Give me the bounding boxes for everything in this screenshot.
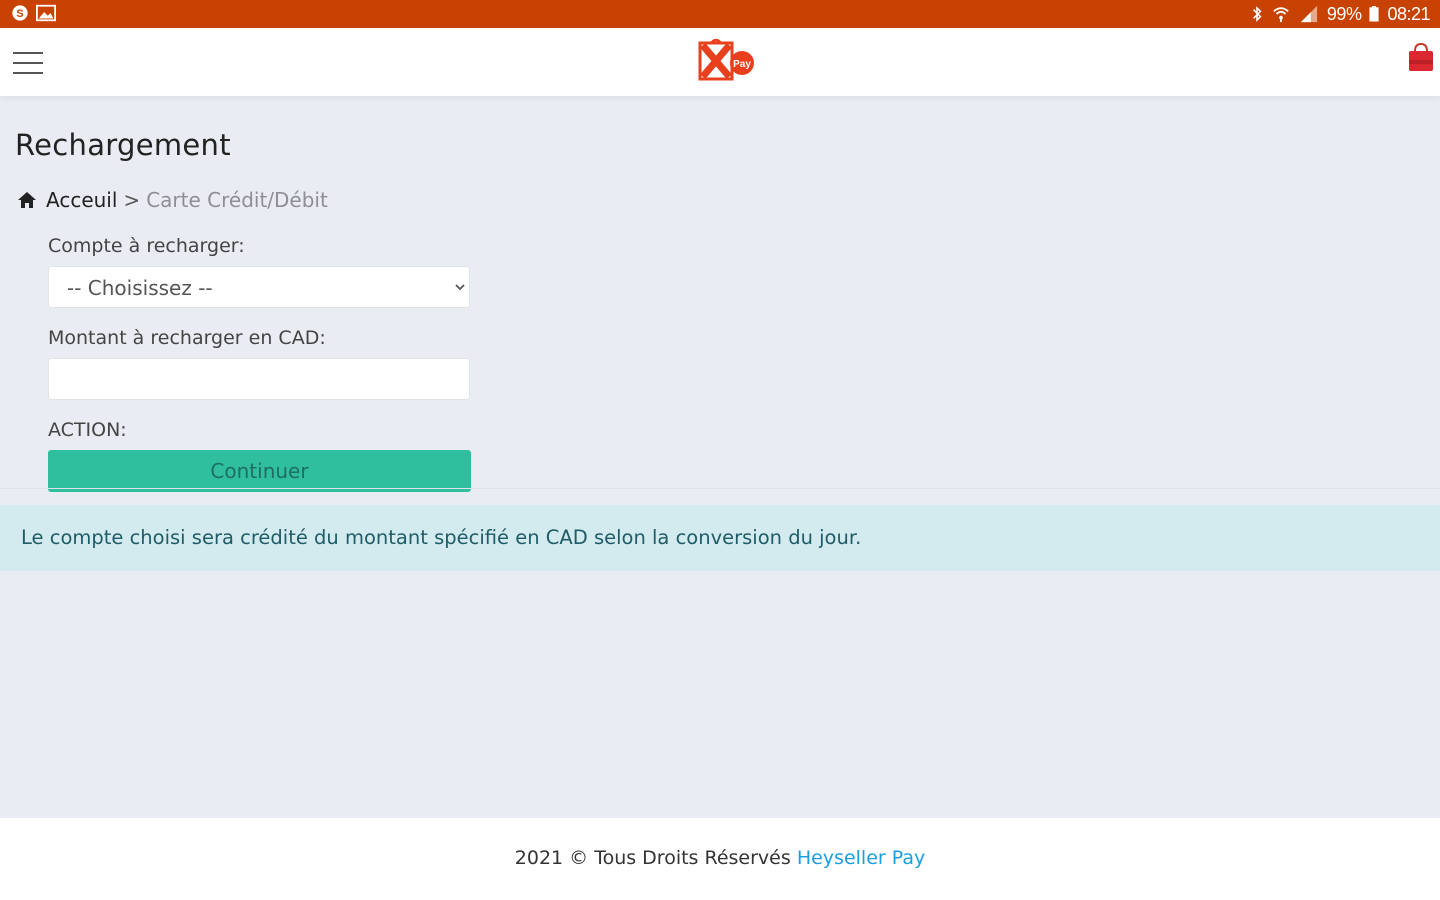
svg-text:Pay: Pay — [733, 59, 751, 70]
bluetooth-icon — [1252, 6, 1262, 22]
footer-copyright: 2021 © Tous Droits Réservés — [514, 847, 791, 869]
battery-percentage: 99% — [1326, 4, 1362, 24]
chevron-down-icon — [455, 284, 465, 291]
action-label: ACTION: — [48, 419, 127, 441]
skype-icon: S — [12, 5, 28, 21]
breadcrumb-home-link[interactable]: Acceuil — [46, 188, 117, 212]
account-label: Compte à recharger: — [48, 235, 245, 257]
footer-brand-link[interactable]: Heyseller Pay — [797, 847, 925, 869]
breadcrumb-current: Carte Crédit/Débit — [146, 188, 328, 212]
clock: 08:21 — [1387, 4, 1430, 24]
wifi-icon — [1273, 7, 1289, 23]
signal-icon — [1300, 5, 1318, 23]
svg-text:S: S — [16, 8, 23, 20]
image-icon — [36, 4, 56, 22]
account-select[interactable]: -- Choisissez -- — [48, 266, 470, 308]
footer: 2021 © Tous Droits Réservés Heyseller Pa… — [0, 818, 1440, 900]
heyseller-pay-logo[interactable]: Pay — [697, 38, 757, 84]
amount-input[interactable] — [48, 358, 470, 400]
breadcrumb-separator: > — [123, 188, 141, 212]
continue-button[interactable]: Continuer — [48, 450, 471, 492]
account-select-value: -- Choisissez -- — [67, 276, 213, 300]
app-header: Pay — [0, 28, 1440, 96]
status-bar: S 99% 08:21 — [0, 0, 1440, 28]
amount-label: Montant à recharger en CAD: — [48, 327, 326, 349]
page-title: Rechargement — [15, 128, 231, 162]
recharge-form: Compte à recharger: -- Choisissez -- Mon… — [48, 232, 472, 492]
section-divider — [0, 488, 1440, 489]
home-icon — [18, 192, 36, 208]
battery-icon — [1369, 6, 1380, 22]
shopping-bag-icon[interactable] — [1404, 42, 1438, 74]
breadcrumb: Acceuil > Carte Crédit/Débit — [17, 188, 328, 212]
hamburger-menu-icon[interactable] — [13, 52, 43, 76]
info-alert: Le compte choisi sera crédité du montant… — [0, 505, 1440, 571]
